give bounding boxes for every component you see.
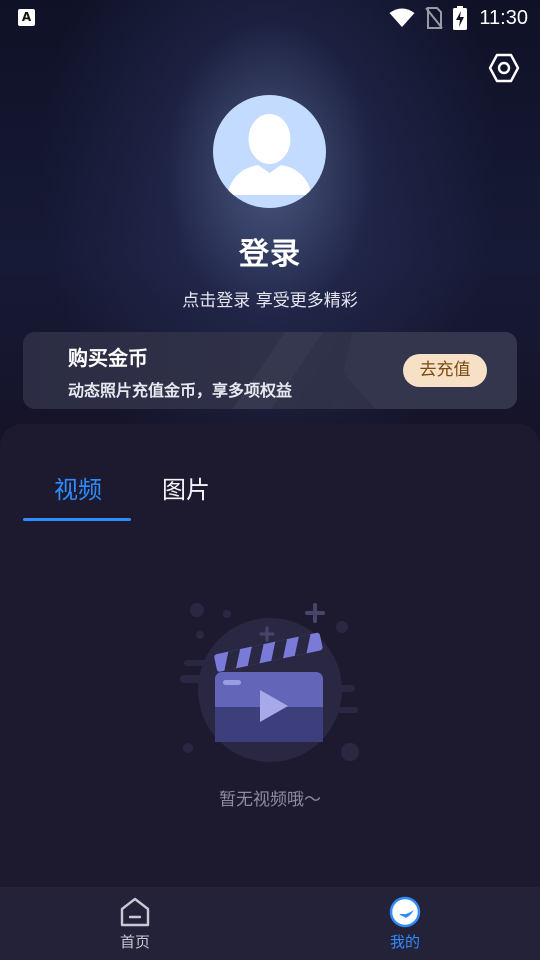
video-clapperboard-icon [180, 603, 359, 762]
app-notification-icon: A [18, 9, 35, 26]
bottom-nav: 首页 我的 [0, 887, 540, 960]
no-sim-icon [425, 7, 444, 29]
status-icons: 11:30 [389, 5, 528, 31]
tab-video[interactable]: 视频 [54, 470, 102, 505]
battery-charging-icon [453, 6, 468, 30]
recharge-button[interactable]: 去充值 [403, 354, 487, 387]
login-subtitle[interactable]: 点击登录 享受更多精彩 [0, 286, 540, 311]
settings-button[interactable] [488, 52, 520, 84]
empty-state-text: 暂无视频哦～ [219, 790, 321, 810]
wifi-icon [389, 8, 415, 27]
tab-images[interactable]: 图片 [162, 470, 210, 505]
avatar[interactable] [213, 95, 326, 208]
tab-active-indicator [23, 518, 131, 521]
profile-icon [389, 896, 421, 928]
buy-coins-description: 动态照片充值金币，享多项权益 [68, 381, 293, 400]
home-icon [120, 897, 150, 927]
login-title[interactable]: 登录 [0, 229, 540, 273]
nav-label-mine: 我的 [389, 933, 420, 951]
buy-coins-card[interactable]: 购买金币 动态照片充值金币，享多项权益 去充值 [23, 332, 517, 409]
status-bar: A 11:30 [0, 0, 540, 36]
nav-label-home: 首页 [119, 933, 150, 951]
clock-time: 11:30 [479, 6, 528, 29]
nav-item-mine[interactable]: 我的 [270, 887, 540, 960]
settings-hexagon-icon [488, 53, 520, 83]
buy-coins-title: 购买金币 [68, 346, 148, 370]
user-avatar-icon [227, 114, 312, 195]
nav-item-home[interactable]: 首页 [0, 887, 270, 960]
